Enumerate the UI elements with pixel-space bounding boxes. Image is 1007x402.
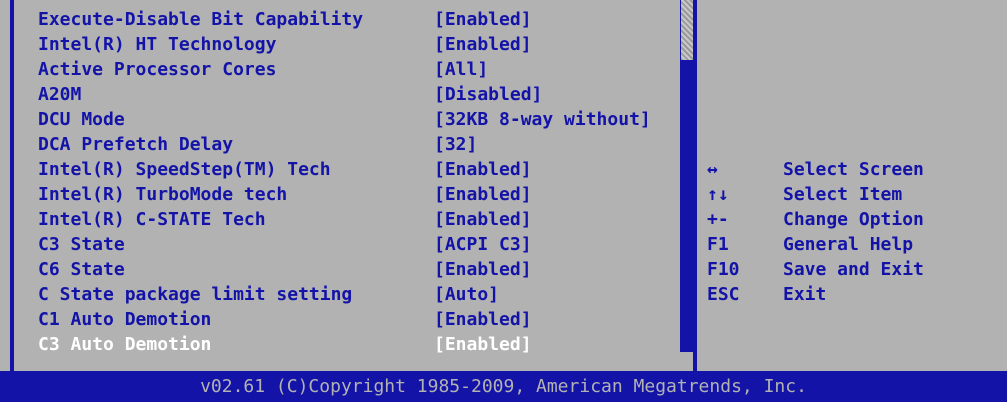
setting-label: Intel(R) C-STATE Tech [38, 209, 266, 230]
scrollbar-thumb[interactable] [681, 0, 693, 60]
setting-label: DCA Prefetch Delay [38, 134, 234, 155]
help-panel: ↔ Select Screen ↑↓ Select Item +- Change… [697, 0, 1007, 371]
setting-value[interactable]: [Enabled] [434, 333, 532, 357]
help-key: F1 [707, 234, 729, 255]
setting-label: C1 Auto Demotion [38, 309, 212, 330]
setting-label: C State package limit setting [38, 284, 353, 305]
setting-label: C6 State [38, 259, 125, 280]
setting-value[interactable]: [All] [434, 58, 488, 82]
left-frame [0, 0, 16, 371]
setting-label: Active Processor Cores [38, 59, 277, 80]
setting-label: Intel(R) TurboMode tech [38, 184, 288, 205]
setting-label: DCU Mode [38, 109, 125, 130]
scrollbar[interactable] [680, 0, 694, 352]
help-description: Select Item [783, 184, 903, 205]
setting-value[interactable]: [Enabled] [434, 258, 532, 282]
setting-value[interactable]: [Enabled] [434, 8, 532, 32]
setting-label: Intel(R) HT Technology [38, 34, 277, 55]
help-description: Exit [783, 284, 827, 305]
setting-value[interactable]: [32KB 8-way without] [434, 108, 651, 132]
setting-value[interactable]: [Enabled] [434, 33, 532, 57]
plus-minus-icon: +- [707, 209, 729, 230]
setting-label: Intel(R) SpeedStep(TM) Tech [38, 159, 331, 180]
help-key: ESC [707, 284, 740, 305]
setting-label: C3 Auto Demotion [38, 334, 212, 355]
setting-value[interactable]: [Enabled] [434, 308, 532, 332]
left-right-arrow-icon: ↔ [707, 159, 718, 180]
help-description: Change Option [783, 209, 924, 230]
setting-value[interactable]: [Enabled] [434, 158, 532, 182]
setting-value[interactable]: [Enabled] [434, 183, 532, 207]
scroll-down-arrow-icon[interactable] [683, 336, 691, 344]
copyright-footer: v02.61 (C)Copyright 1985-2009, American … [0, 371, 1007, 402]
help-key: F10 [707, 259, 740, 280]
setting-value[interactable]: [Auto] [434, 283, 499, 307]
setting-value[interactable]: [Disabled] [434, 83, 542, 107]
setting-label: C3 State [38, 234, 125, 255]
setting-value[interactable]: [ACPI C3] [434, 233, 532, 257]
help-description: General Help [783, 234, 914, 255]
setting-label: A20M [38, 84, 82, 105]
left-border-line [10, 0, 14, 371]
setting-value[interactable]: [Enabled] [434, 208, 532, 232]
settings-panel: Execute-Disable Bit Capability [Enabled]… [16, 0, 682, 371]
up-down-arrow-icon: ↑↓ [707, 184, 729, 205]
help-description: Select Screen [783, 159, 924, 180]
bios-screen: Execute-Disable Bit Capability [Enabled]… [0, 0, 1007, 402]
setting-label: Execute-Disable Bit Capability [38, 9, 364, 30]
setting-value[interactable]: [32] [434, 133, 477, 157]
help-description: Save and Exit [783, 259, 924, 280]
